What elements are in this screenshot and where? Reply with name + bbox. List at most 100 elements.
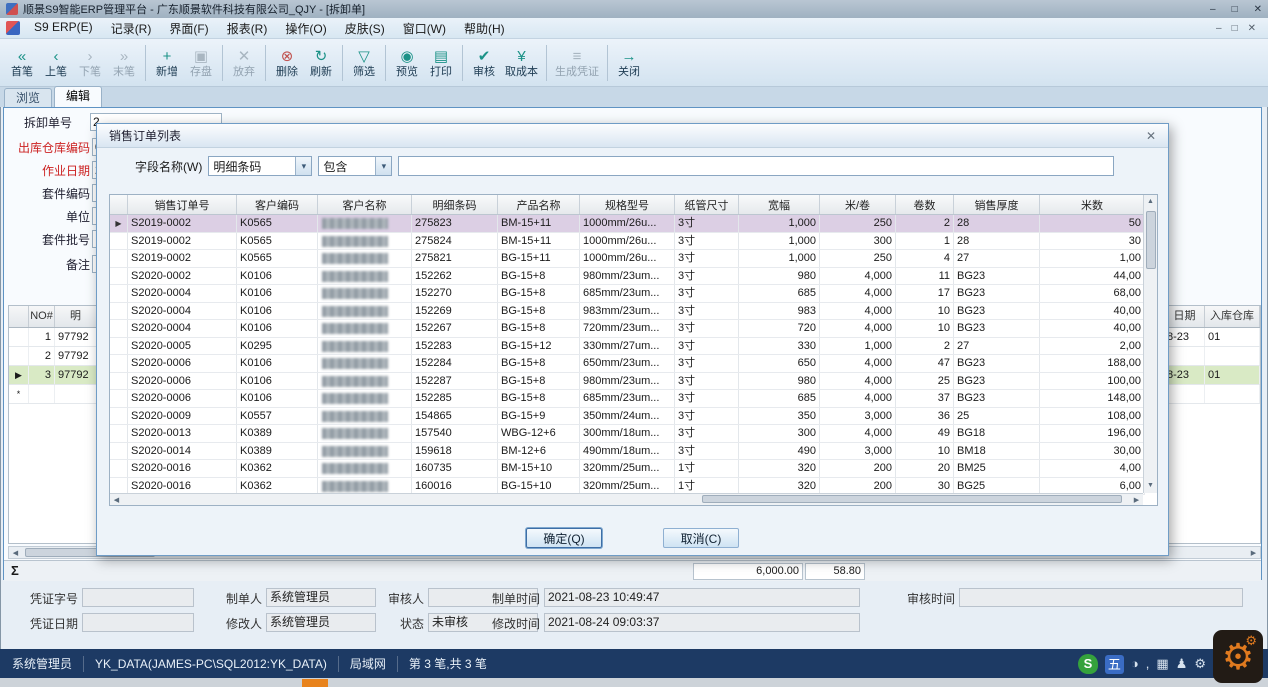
- toolbar-prev-button[interactable]: ‹上笔: [39, 46, 73, 80]
- ok-button[interactable]: 确定(Q): [526, 528, 602, 548]
- grid-col-header[interactable]: 产品名称: [498, 195, 580, 214]
- keyboard-icon[interactable]: ▦: [1156, 654, 1168, 674]
- cancel-button[interactable]: 取消(C): [663, 528, 739, 548]
- chevron-down-icon[interactable]: ▾: [295, 157, 311, 175]
- col-header-warehouse[interactable]: 入库仓库: [1205, 306, 1260, 327]
- table-row[interactable]: 8-2301: [1165, 366, 1260, 385]
- menu-icon[interactable]: ⚙: [1194, 654, 1206, 674]
- table-row[interactable]: S2020-0014K0389159618BM-12+6490mm/18um..…: [110, 443, 1145, 461]
- toolbar-filter-button[interactable]: ▽筛选: [347, 46, 381, 80]
- table-row[interactable]: S2020-0009K0557154865BG-15+9350mm/24um..…: [110, 408, 1145, 426]
- grid-col-header[interactable]: 卷数: [896, 195, 954, 214]
- grid-h-scrollbar[interactable]: ◀ ▶: [110, 493, 1143, 505]
- voucher-no-field[interactable]: [82, 588, 194, 607]
- table-row[interactable]: S2020-0004K0106152267BG-15+8720mm/23um..…: [110, 320, 1145, 338]
- kit-code-label: 套件编码: [8, 186, 90, 202]
- col-header-date[interactable]: 日期: [1165, 306, 1205, 327]
- col-header-detail[interactable]: 明: [55, 306, 97, 327]
- grid-col-header[interactable]: 纸管尺寸: [675, 195, 739, 214]
- toolbar-delete-button[interactable]: ⊗删除: [270, 46, 304, 80]
- grid-col-header[interactable]: 销售订单号: [128, 195, 237, 214]
- scroll-left-icon[interactable]: ◀: [9, 549, 22, 557]
- toolbar-close-button[interactable]: →关闭: [612, 46, 646, 80]
- grid-col-header[interactable]: 宽幅: [739, 195, 820, 214]
- toolbar-audit-button[interactable]: ✔审核: [467, 46, 501, 80]
- table-row[interactable]: S2020-0006K0106152285BG-15+8685mm/23um..…: [110, 390, 1145, 408]
- table-row[interactable]: S2020-0013K0389157540WBG-12+6300mm/18um.…: [110, 425, 1145, 443]
- scroll-down-icon[interactable]: ▼: [1144, 479, 1157, 493]
- table-row[interactable]: S2020-0006K0106152287BG-15+8980mm/23um..…: [110, 373, 1145, 391]
- table-row[interactable]: S2020-0006K0106152284BG-15+8650mm/23um..…: [110, 355, 1145, 373]
- table-row[interactable]: S2020-0004K0106152269BG-15+8983mm/23um..…: [110, 303, 1145, 321]
- table-row[interactable]: S2019-0002K0565275824BM-15+111000mm/26u.…: [110, 233, 1145, 251]
- table-row[interactable]: *: [9, 385, 97, 404]
- table-row[interactable]: S2020-0016K0362160735BM-15+10320mm/25um.…: [110, 460, 1145, 478]
- grid-col-header[interactable]: 米数: [1040, 195, 1145, 214]
- toolbar-first-button[interactable]: «首笔: [5, 46, 39, 80]
- grid-cell: S2019-0002: [128, 250, 237, 267]
- filter-value-input[interactable]: [398, 156, 1114, 176]
- menu-item[interactable]: 窗口(W): [394, 18, 455, 39]
- toolbar-print-button[interactable]: ▤打印: [424, 46, 458, 80]
- menu-item[interactable]: 界面(F): [160, 18, 217, 39]
- menu-item[interactable]: 记录(R): [102, 18, 161, 39]
- grid-col-header[interactable]: 规格型号: [580, 195, 675, 214]
- toolbar-preview-button[interactable]: ◉预览: [390, 46, 424, 80]
- col-header-no[interactable]: NO#: [29, 306, 55, 327]
- minimize-button[interactable]: –: [1210, 4, 1216, 15]
- scroll-up-icon[interactable]: ▲: [1144, 195, 1157, 209]
- toolbar-get-cost-button[interactable]: ¥取成本: [501, 46, 542, 80]
- table-row[interactable]: 197792: [9, 328, 97, 347]
- tab-edit[interactable]: 编辑: [54, 86, 102, 107]
- grid-col-header[interactable]: 客户名称: [318, 195, 412, 214]
- menu-item[interactable]: 操作(O): [276, 18, 335, 39]
- table-row[interactable]: 8-2301: [1165, 328, 1260, 347]
- table-row[interactable]: [1165, 385, 1260, 404]
- halfwidth-icon[interactable]: ◑: [1131, 654, 1139, 674]
- grid-col-header[interactable]: 客户编码: [237, 195, 318, 214]
- chevron-down-icon[interactable]: ▾: [375, 157, 391, 175]
- table-row[interactable]: 297792: [9, 347, 97, 366]
- menu-item[interactable]: 皮肤(S): [336, 18, 394, 39]
- scroll-right-icon[interactable]: ▶: [1130, 496, 1143, 504]
- table-row[interactable]: S2020-0004K0106152270BG-15+8685mm/23um..…: [110, 285, 1145, 303]
- mdi-restore-button[interactable]: □: [1232, 23, 1238, 34]
- grid-col-header[interactable]: 销售厚度: [954, 195, 1040, 214]
- voucher-date-field[interactable]: [82, 613, 194, 632]
- table-row[interactable]: ▶397792: [9, 366, 97, 385]
- grid-cell: 20: [896, 460, 954, 477]
- table-row[interactable]: S2020-0005K0295152283BG-15+12330mm/27um.…: [110, 338, 1145, 356]
- mdi-minimize-button[interactable]: –: [1216, 23, 1222, 34]
- toolbar-new-button[interactable]: +新增: [150, 46, 184, 80]
- table-row[interactable]: ▶S2019-0002K0565275823BM-15+111000mm/26u…: [110, 215, 1145, 233]
- grid-col-header[interactable]: 米/卷: [820, 195, 896, 214]
- field-select[interactable]: 明细条码 ▾: [208, 156, 312, 176]
- wubi-icon[interactable]: 五: [1105, 655, 1124, 674]
- menu-item[interactable]: S9 ERP(E): [25, 18, 102, 39]
- h-scrollbar-thumb[interactable]: [702, 495, 1122, 503]
- maximize-button[interactable]: □: [1232, 4, 1238, 15]
- tab-browse[interactable]: 浏览: [4, 88, 52, 107]
- operator-select[interactable]: 包含 ▾: [318, 156, 392, 176]
- table-row[interactable]: [1165, 347, 1260, 366]
- table-row[interactable]: S2020-0002K0106152262BG-15+8980mm/23um..…: [110, 268, 1145, 286]
- dialog-title-bar[interactable]: 销售订单列表 ✕: [97, 124, 1168, 148]
- menu-item[interactable]: 报表(R): [218, 18, 277, 39]
- scroll-right-icon[interactable]: ▶: [1247, 549, 1260, 557]
- grid-v-scrollbar[interactable]: ▲ ▼: [1143, 195, 1157, 493]
- punct-icon[interactable]: ,: [1146, 654, 1150, 674]
- menu-item[interactable]: 帮助(H): [455, 18, 514, 39]
- scroll-left-icon[interactable]: ◀: [110, 496, 123, 504]
- user-icon[interactable]: ♟: [1176, 654, 1188, 674]
- grid-cell: 28: [954, 215, 1040, 232]
- close-button[interactable]: ✕: [1254, 4, 1262, 15]
- row-indicator: [110, 425, 128, 442]
- v-scrollbar-thumb[interactable]: [1146, 211, 1156, 269]
- grid-col-header[interactable]: 明细条码: [412, 195, 498, 214]
- sogou-icon[interactable]: S: [1078, 654, 1098, 674]
- toolbar-refresh-button[interactable]: ↻刷新: [304, 46, 338, 80]
- taskbar-item[interactable]: [302, 679, 328, 687]
- mdi-close-button[interactable]: ✕: [1248, 23, 1256, 34]
- dialog-close-icon[interactable]: ✕: [1146, 129, 1156, 143]
- table-row[interactable]: S2019-0002K0565275821BG-15+111000mm/26u.…: [110, 250, 1145, 268]
